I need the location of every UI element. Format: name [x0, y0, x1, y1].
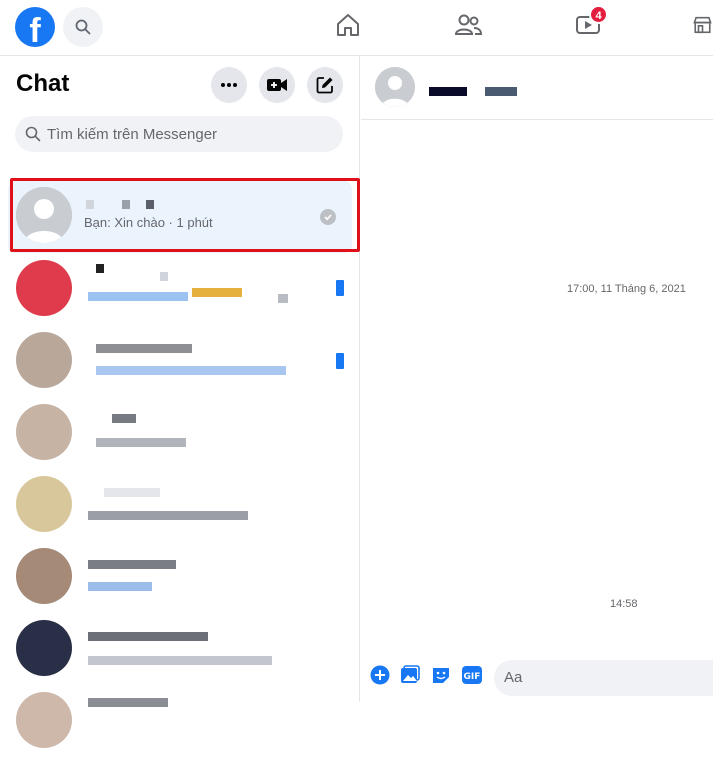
redacted-preview [96, 366, 286, 375]
conversation-item[interactable] [8, 326, 352, 398]
nav-friends[interactable] [453, 10, 483, 40]
conversation-item[interactable] [8, 686, 352, 758]
redacted-preview [278, 294, 288, 303]
check-icon [324, 214, 332, 221]
chat-title: Chat [16, 70, 70, 97]
nav-home[interactable] [333, 10, 363, 40]
options-button[interactable] [211, 67, 247, 103]
redacted-preview [88, 511, 248, 520]
messenger-search-input[interactable]: Tìm kiếm trên Messenger [15, 116, 343, 152]
nav-watch[interactable]: 4 [573, 5, 608, 40]
attach-photo-button[interactable] [399, 664, 421, 686]
redacted-name [112, 414, 136, 423]
redacted-preview [88, 582, 152, 591]
conversation-item[interactable] [8, 254, 352, 326]
redacted-contact-name[interactable] [429, 87, 467, 96]
seen-indicator [320, 209, 336, 225]
header-avatar[interactable] [375, 67, 415, 107]
video-camera-plus-icon [267, 79, 287, 91]
redacted-preview [88, 656, 272, 665]
message-timestamp: 14:58 [610, 598, 638, 610]
avatar [16, 548, 72, 604]
conversation-item-active[interactable]: Bạn: Xin chào · 1 phút [8, 181, 352, 253]
redacted-preview [192, 288, 242, 297]
redacted-name [104, 488, 160, 497]
avatar [16, 476, 72, 532]
redacted-name [86, 200, 94, 209]
sticker-icon [433, 668, 449, 683]
avatar [16, 187, 72, 243]
redacted-preview [96, 438, 186, 447]
redacted-name [88, 698, 168, 707]
conversation-item[interactable] [8, 614, 352, 686]
unread-indicator [336, 353, 344, 369]
more-options-icon [221, 83, 237, 87]
search-placeholder: Tìm kiếm trên Messenger [47, 125, 218, 143]
redacted-name [96, 344, 192, 353]
redacted-name [146, 200, 154, 209]
default-avatar-icon [375, 67, 415, 107]
nav-marketplace[interactable] [692, 10, 713, 40]
facebook-logo[interactable]: f [15, 7, 55, 47]
compose-icon [316, 77, 333, 94]
watch-notification-badge: 4 [589, 5, 608, 24]
conversation-item[interactable] [8, 542, 352, 614]
conversation-header [361, 56, 713, 120]
plus-circle-icon [370, 665, 390, 685]
more-actions-button[interactable] [369, 664, 391, 686]
avatar [16, 692, 72, 748]
search-icon [25, 126, 41, 142]
sticker-button[interactable] [430, 664, 452, 686]
redacted-name [88, 632, 208, 641]
top-navigation-bar: f 4 [0, 0, 713, 56]
new-message-button[interactable] [307, 67, 343, 103]
message-composer: GIF Aa [361, 652, 713, 702]
photo-icon [401, 665, 420, 683]
conversation-panel: 17:00, 11 Tháng 6, 2021 14:58 GIF Aa [361, 56, 713, 702]
default-avatar-icon [16, 187, 72, 243]
avatar [16, 404, 72, 460]
svg-text:GIF: GIF [464, 672, 481, 682]
home-icon [337, 14, 359, 36]
conversation-item[interactable] [8, 470, 352, 542]
conversation-item[interactable] [8, 398, 352, 470]
avatar [16, 332, 72, 388]
avatar [16, 620, 72, 676]
conversation-preview: Bạn: Xin chào · 1 phút [84, 215, 213, 230]
message-timestamp: 17:00, 11 Tháng 6, 2021 [567, 283, 686, 295]
redacted-name [122, 200, 130, 209]
avatar [16, 260, 72, 316]
gif-button[interactable]: GIF [461, 664, 483, 686]
message-input[interactable]: Aa [494, 660, 713, 696]
search-icon [75, 19, 91, 35]
redacted-name [96, 264, 104, 273]
marketplace-icon [693, 16, 712, 34]
chat-sidebar: Chat Tìm kiếm trên Messenger Bạn: Xin ch… [0, 56, 360, 748]
redacted-contact-name[interactable] [485, 87, 517, 96]
redacted-preview [88, 292, 188, 301]
new-room-button[interactable] [259, 67, 295, 103]
friends-icon [454, 14, 482, 35]
logo-letter: f [29, 12, 41, 47]
search-button[interactable] [63, 7, 103, 47]
gif-icon: GIF [462, 666, 482, 684]
unread-indicator [336, 280, 344, 296]
redacted-name [88, 560, 176, 569]
redacted-name [160, 272, 168, 281]
